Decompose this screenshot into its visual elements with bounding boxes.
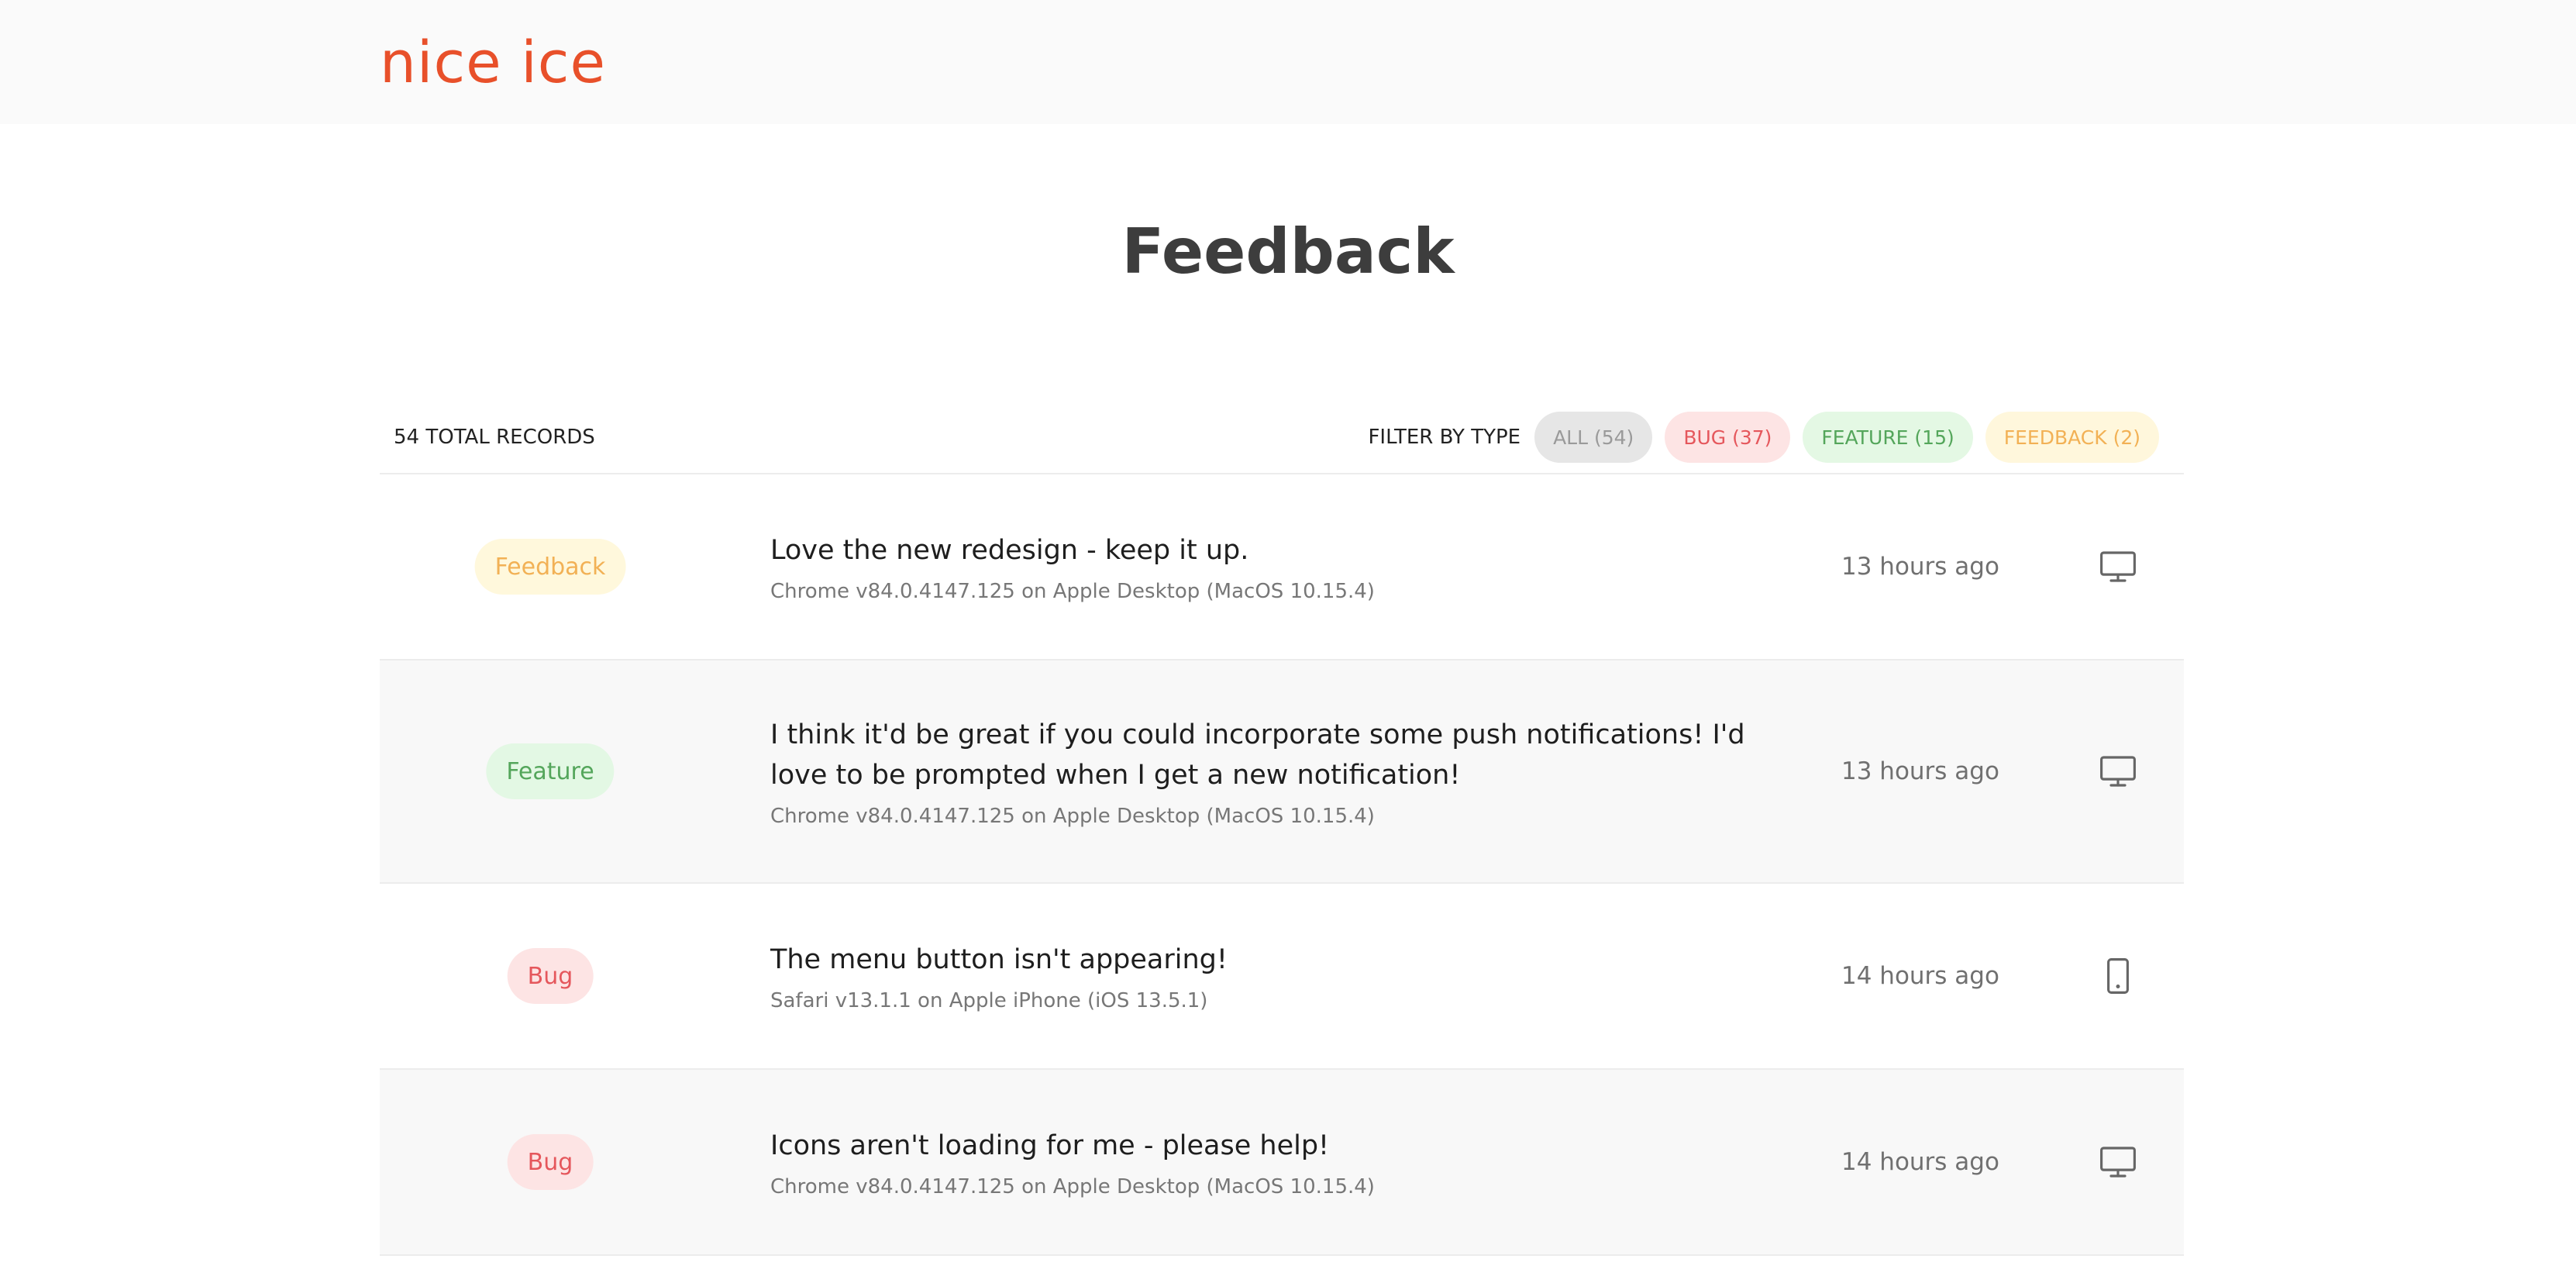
brand-logo[interactable]: nice ice [380, 29, 606, 96]
filter-all-button[interactable]: ALL (54) [1534, 412, 1653, 463]
record-content: Icons aren't loading for me - please hel… [770, 1126, 1778, 1198]
filter-group: FILTER BY TYPE ALL (54) BUG (37) FEATURE… [1368, 412, 2184, 463]
record-time: 14 hours ago [1841, 962, 1999, 990]
records-list: Feedback Love the new redesign - keep it… [380, 473, 2184, 1256]
record-content: Love the new redesign - keep it up. Chro… [770, 530, 1778, 603]
page-title: Feedback [1121, 216, 1455, 288]
record-time: 14 hours ago [1841, 1148, 1999, 1176]
record-meta: Chrome v84.0.4147.125 on Apple Desktop (… [770, 580, 1375, 603]
record-message: Icons aren't loading for me - please hel… [770, 1130, 1330, 1161]
record-message: Love the new redesign - keep it up. [770, 535, 1249, 566]
desktop-icon [2097, 1141, 2139, 1183]
record-row[interactable]: Feature I think it'd be great if you cou… [380, 660, 2184, 884]
record-message: I think it'd be great if you could incor… [770, 719, 1745, 791]
filter-feedback-button[interactable]: FEEDBACK (2) [1985, 412, 2159, 463]
filter-bug-button[interactable]: BUG (37) [1665, 412, 1791, 463]
record-time: 13 hours ago [1841, 553, 1999, 581]
record-content: I think it'd be great if you could incor… [770, 715, 1778, 828]
record-time: 13 hours ago [1841, 757, 1999, 785]
desktop-icon [2097, 546, 2139, 588]
record-message: The menu button isn't appearing! [770, 944, 1228, 975]
record-row[interactable]: Bug The menu button isn't appearing! Saf… [380, 884, 2184, 1070]
record-row[interactable]: Bug Icons aren't loading for me - please… [380, 1070, 2184, 1256]
record-meta: Chrome v84.0.4147.125 on Apple Desktop (… [770, 805, 1375, 828]
record-row[interactable]: Feedback Love the new redesign - keep it… [380, 474, 2184, 660]
mobile-icon [2097, 955, 2139, 997]
record-meta: Safari v13.1.1 on Apple iPhone (iOS 13.5… [770, 989, 1208, 1012]
record-meta: Chrome v84.0.4147.125 on Apple Desktop (… [770, 1175, 1375, 1198]
top-bar: nice ice [0, 0, 2576, 124]
filter-feature-button[interactable]: FEATURE (15) [1803, 412, 1973, 463]
type-badge: Feature [486, 743, 615, 799]
records-toolbar: 54 TOTAL RECORDS FILTER BY TYPE ALL (54)… [380, 402, 2184, 473]
total-records-count: 54 TOTAL RECORDS [394, 426, 595, 449]
filter-label: FILTER BY TYPE [1368, 426, 1521, 449]
type-badge: Bug [507, 948, 594, 1004]
type-badge: Bug [507, 1134, 594, 1190]
desktop-icon [2097, 750, 2139, 792]
record-content: The menu button isn't appearing! Safari … [770, 940, 1778, 1012]
type-badge: Feedback [474, 539, 626, 595]
